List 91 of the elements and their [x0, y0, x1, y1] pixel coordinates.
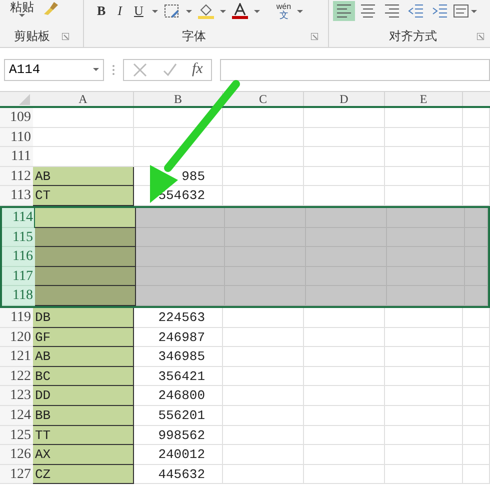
table-cell: [463, 147, 490, 167]
underline-button[interactable]: U: [131, 1, 146, 21]
table-cell: [463, 308, 490, 328]
column-header[interactable]: B: [134, 92, 223, 106]
row-header[interactable]: 115: [2, 228, 35, 248]
table-cell: DB: [33, 308, 134, 328]
table-cell: 998562: [134, 426, 223, 446]
table-cell: 346985: [134, 347, 223, 367]
column-header[interactable]: E: [385, 92, 463, 106]
group-label: 对齐方式: [389, 28, 437, 45]
caret-icon[interactable]: [297, 10, 304, 12]
table-cell: [463, 328, 490, 348]
row-header[interactable]: 127: [0, 464, 33, 484]
phonetic-button[interactable]: wén 文: [276, 2, 292, 20]
row-header[interactable]: 120: [0, 328, 33, 348]
formula-input-field[interactable]: [220, 58, 490, 80]
table-cell: 224563: [134, 308, 223, 328]
row-header[interactable]: 111: [0, 147, 33, 167]
table-cell: [463, 464, 490, 484]
brush-icon[interactable]: [42, 0, 60, 16]
table-cell: [465, 266, 488, 286]
table-cell: 356421: [134, 366, 223, 386]
table-cell: DD: [33, 386, 134, 406]
wrap-text-icon[interactable]: [453, 4, 469, 18]
caret-icon[interactable]: [254, 10, 260, 12]
column-header[interactable]: A: [33, 92, 134, 106]
launcher-icon[interactable]: [311, 32, 318, 40]
insert-function-button[interactable]: fx: [192, 58, 203, 81]
table-cell: 445632: [134, 464, 223, 484]
row-header[interactable]: 125: [0, 426, 33, 446]
table-cell: AB: [33, 347, 134, 367]
row-header[interactable]: 113: [0, 186, 33, 206]
align-left-button[interactable]: [333, 1, 355, 21]
table-cell: [463, 386, 490, 406]
table-cell: BB: [33, 406, 134, 426]
table-cell: [463, 347, 490, 367]
table-cell: [463, 108, 490, 128]
bold-button[interactable]: B: [94, 1, 109, 21]
table-cell: [463, 366, 490, 386]
launcher-icon[interactable]: [62, 32, 69, 40]
table-cell: CZ: [33, 464, 134, 484]
table-cell: [465, 247, 488, 267]
table-cell: GF: [33, 328, 134, 348]
table-cell: [465, 286, 488, 306]
row-header[interactable]: 118: [2, 286, 35, 306]
table-cell: 246800: [134, 386, 223, 406]
name-box[interactable]: A114: [4, 58, 104, 80]
row-header[interactable]: 117: [2, 266, 35, 286]
table-cell: AB: [33, 166, 134, 186]
font-color-icon[interactable]: [232, 3, 248, 19]
table-cell: TT: [33, 426, 134, 446]
row-header[interactable]: 122: [0, 366, 33, 386]
caret-icon[interactable]: [471, 10, 477, 12]
caret-icon[interactable]: [152, 10, 158, 12]
table-cell: 240012: [134, 445, 223, 465]
table-cell: [463, 445, 490, 465]
column-header[interactable]: D: [304, 92, 385, 106]
italic-button[interactable]: I: [114, 1, 126, 21]
row-header[interactable]: 114: [2, 208, 35, 228]
group-label: 字体: [182, 28, 206, 45]
table-cell: 556201: [134, 406, 223, 426]
group-label: 剪贴板: [14, 28, 50, 45]
row-header[interactable]: 116: [2, 247, 35, 267]
table-cell: [465, 208, 488, 228]
caret-icon[interactable]: [220, 10, 226, 12]
table-cell: 246987: [134, 328, 223, 348]
caret-icon[interactable]: [19, 14, 25, 17]
table-cell: [463, 406, 490, 426]
table-cell: AX: [33, 445, 134, 465]
row-header[interactable]: 110: [0, 128, 33, 148]
row-header[interactable]: 119: [0, 308, 33, 328]
table-cell: BC: [33, 366, 134, 386]
paste-button[interactable]: 粘贴: [10, 0, 34, 14]
table-cell: [465, 228, 488, 248]
row-header[interactable]: 112: [0, 166, 33, 186]
border-icon[interactable]: [164, 4, 180, 18]
row-header[interactable]: 124: [0, 406, 33, 426]
table-cell: [463, 166, 490, 186]
table-cell: [463, 186, 490, 206]
table-cell: [463, 128, 490, 148]
column-header[interactable]: C: [223, 92, 304, 106]
row-header[interactable]: 126: [0, 445, 33, 465]
row-header[interactable]: 123: [0, 386, 33, 406]
table-cell: CT: [33, 186, 134, 206]
row-header[interactable]: 121: [0, 347, 33, 367]
fill-color-icon[interactable]: [198, 3, 214, 19]
row-header[interactable]: 109: [0, 108, 33, 128]
check-icon[interactable]: [162, 62, 178, 78]
table-cell: [463, 426, 490, 446]
caret-icon[interactable]: [186, 10, 192, 12]
launcher-icon[interactable]: [477, 32, 484, 40]
